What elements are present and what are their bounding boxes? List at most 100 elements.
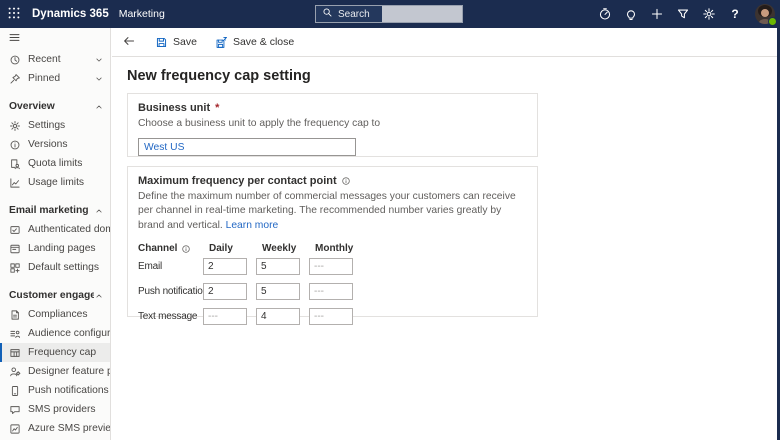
lightbulb-icon[interactable] [618,0,644,28]
sidebar-item-label: Usage limits [28,177,84,188]
sidebar-item-landing-pages[interactable]: Landing pages [0,239,110,258]
frequency-title: Maximum frequency per contact point [138,175,527,187]
email-monthly-input[interactable] [309,258,353,275]
pin-icon [9,73,21,85]
add-icon[interactable] [644,0,670,28]
global-search-box[interactable]: Search [315,5,463,23]
frequency-table-rows: Email Push notificationText message [138,254,527,329]
search-input-area[interactable] [382,6,462,22]
text-message-monthly-input[interactable] [309,308,353,325]
chevron-up-icon [94,102,104,112]
sidebar-item-audience-configurati[interactable]: Audience configurati… [0,324,110,343]
sidebar-item-designer-feature-pro[interactable]: Designer feature pro… [0,362,110,381]
frequency-row-email: Email [138,254,527,279]
sidebar-item-label: Settings [28,120,65,131]
push-notification-monthly-input[interactable] [309,283,353,300]
app-launcher-waffle-icon[interactable] [0,0,28,28]
settings-gear-icon[interactable] [696,0,722,28]
back-arrow-icon [122,34,136,51]
sidebar-section-overview[interactable]: Overview [0,97,110,116]
chart-icon [9,177,21,189]
sidebar-item-push-notifications[interactable]: Push notifications [0,381,110,400]
waffle-icon [7,6,21,23]
sidebar-item-label: Compliances [28,309,88,320]
presence-online-badge [768,17,777,26]
column-header-daily: Daily [203,243,256,254]
sidebar-item-quota-limits[interactable]: Quota limits [0,154,110,173]
channel-label: Email [138,261,203,272]
sidebar-item-label: Versions [28,139,68,150]
preview-icon [9,423,21,435]
save-button-label: Save [173,36,197,48]
sidebar-section-customer-engagement[interactable]: Customer engagement [0,286,110,305]
sidebar-item-frequency-cap[interactable]: Frequency cap [0,343,110,362]
sidebar-item-label: Authenticated domai… [28,224,110,235]
section-label: Overview [9,101,55,112]
sidebar-item-sms-providers[interactable]: SMS providers [0,400,110,419]
learn-more-link[interactable]: Learn more [226,220,279,231]
top-app-bar: Dynamics 365 Marketing Search ? [0,0,780,28]
chevron-up-icon [94,206,104,216]
sidebar-section-email-marketing[interactable]: Email marketing [0,201,110,220]
sidebar-item-label: Default settings [28,262,99,273]
app-area[interactable]: Marketing [119,8,165,20]
save-and-close-label: Save & close [233,36,294,48]
sidebar-item-pinned[interactable]: Pinned [0,69,110,88]
required-marker: * [215,102,219,114]
column-header-monthly: Monthly [309,243,355,254]
user-avatar[interactable] [755,4,775,24]
save-and-close-button[interactable]: Save & close [206,28,303,56]
page-title: New frequency cap setting [127,68,777,84]
frequency-row-text-message: Text message [138,304,527,329]
filter-icon[interactable] [670,0,696,28]
sidebar-item-label: Azure SMS preview [28,423,110,434]
sidebar-item-label: Audience configurati… [28,328,110,339]
frequency-section: Maximum frequency per contact point Defi… [127,166,538,317]
chat-icon [9,404,21,416]
sidebar-items: Recent Pinned Overview Settings Versions Quot… [0,50,110,438]
info-icon [9,139,21,151]
sidebar-item-label: Push notifications [28,385,109,396]
sidebar-item-usage-limits[interactable]: Usage limits [0,173,110,192]
business-unit-label: Business unit * [138,102,527,114]
push-notification-weekly-input[interactable] [256,283,300,300]
table-icon [9,347,21,359]
info-icon[interactable] [341,176,351,186]
sidebar-item-azure-sms-preview[interactable]: Azure SMS preview [0,419,110,438]
business-unit-input[interactable] [138,138,356,156]
phone-icon [9,385,21,397]
sidebar-item-versions[interactable]: Versions [0,135,110,154]
sidebar-item-compliances[interactable]: Compliances [0,305,110,324]
help-icon[interactable]: ? [722,0,748,28]
chevron-down-icon [94,74,104,84]
app-name[interactable]: Dynamics 365 [32,8,109,20]
email-weekly-input[interactable] [256,258,300,275]
sidebar-item-authenticated-domai[interactable]: Authenticated domai… [0,220,110,239]
sidebar-item-label: Frequency cap [28,347,96,358]
sidebar-item-label: Designer feature pro… [28,366,110,377]
sitemap-collapse-button[interactable] [0,28,110,50]
sidebar-item-recent[interactable]: Recent [0,50,110,69]
info-icon[interactable] [181,244,191,254]
quota-icon [9,158,21,170]
certificate-icon [9,224,21,236]
document-icon [9,309,21,321]
sidebar-item-label: Recent [28,54,61,65]
audience-icon [9,328,21,340]
push-notification-daily-input[interactable] [203,283,247,300]
text-message-weekly-input[interactable] [256,308,300,325]
frequency-title-text: Maximum frequency per contact point [138,175,337,187]
text-message-daily-input[interactable] [203,308,247,325]
back-button[interactable] [122,34,136,51]
gear-icon [9,120,21,132]
frequency-row-push-notification: Push notification [138,279,527,304]
save-button[interactable]: Save [146,28,206,56]
frequency-table-header: ChannelDailyWeeklyMonthly [138,243,527,254]
email-daily-input[interactable] [203,258,247,275]
gauge-icon[interactable] [592,0,618,28]
sidebar-item-settings[interactable]: Settings [0,116,110,135]
business-unit-label-text: Business unit [138,102,210,114]
person-gear-icon [9,366,21,378]
sidebar-item-default-settings[interactable]: Default settings [0,258,110,277]
frequency-description-text: Define the maximum number of commercial … [138,191,516,231]
